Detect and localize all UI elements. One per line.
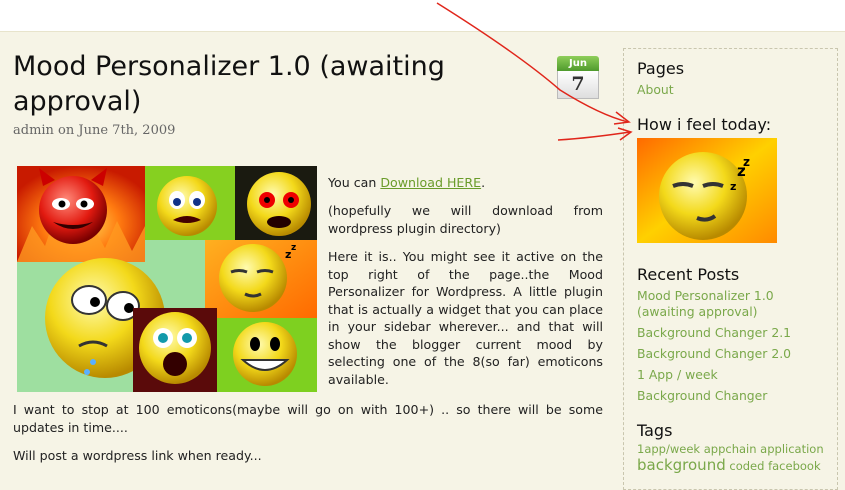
download-suffix: . xyxy=(481,175,486,190)
tag-cloud: 1app/week appchain application backgroun… xyxy=(637,442,827,474)
wordpress-link-note: Will post a wordpress link when ready... xyxy=(13,448,262,463)
updates-paragraph: I want to stop at 100 emoticons(maybe wi… xyxy=(13,402,603,435)
sidebar: Pages About How i feel today: z z z Rece… xyxy=(623,48,838,490)
emoticons-collage-image: z z xyxy=(17,166,317,392)
tags-heading: Tags xyxy=(637,421,673,440)
plugin-directory-note: (hopefully we will download from wordpre… xyxy=(328,203,603,236)
calendar-date-icon: Jun 7 xyxy=(557,56,599,100)
svg-text:z: z xyxy=(730,180,736,193)
top-divider xyxy=(0,31,845,32)
tag-link[interactable]: facebook xyxy=(768,459,821,473)
recent-post-item[interactable]: Background Changer xyxy=(637,388,827,404)
tag-link[interactable]: application xyxy=(760,442,823,456)
recent-post-item[interactable]: Background Changer 2.1 xyxy=(637,325,827,341)
post-title[interactable]: Mood Personalizer 1.0 (awaiting approval… xyxy=(13,49,533,119)
calendar-month: Jun xyxy=(557,56,599,71)
top-bar xyxy=(0,0,845,31)
recent-post-item[interactable]: Background Changer 2.0 xyxy=(637,346,827,362)
download-prefix: You can xyxy=(328,175,381,190)
calendar-day: 7 xyxy=(557,71,599,99)
tag-link[interactable]: appchain xyxy=(704,442,757,456)
tag-link[interactable]: background xyxy=(637,456,726,474)
recent-posts-heading: Recent Posts xyxy=(637,265,740,284)
sidebar-link-about[interactable]: About xyxy=(637,82,827,98)
pages-heading: Pages xyxy=(637,59,685,78)
tag-link[interactable]: 1app/week xyxy=(637,442,700,456)
recent-post-item[interactable]: Mood Personalizer 1.0 (awaiting approval… xyxy=(637,288,827,320)
post-meta: admin on June 7th, 2009 xyxy=(13,123,176,138)
mood-widget-heading: How i feel today: xyxy=(637,115,772,134)
tag-link[interactable]: coded xyxy=(729,459,764,473)
post-description-paragraph: Here it is.. You might see it active on … xyxy=(328,249,603,387)
recent-post-item[interactable]: 1 App / week xyxy=(637,367,827,383)
download-paragraph: You can Download HERE. xyxy=(328,174,603,192)
svg-text:z: z xyxy=(743,155,750,169)
current-mood-sleepy-image: z z z xyxy=(637,138,777,243)
svg-text:z: z xyxy=(291,243,296,253)
download-link[interactable]: Download HERE xyxy=(380,175,481,190)
